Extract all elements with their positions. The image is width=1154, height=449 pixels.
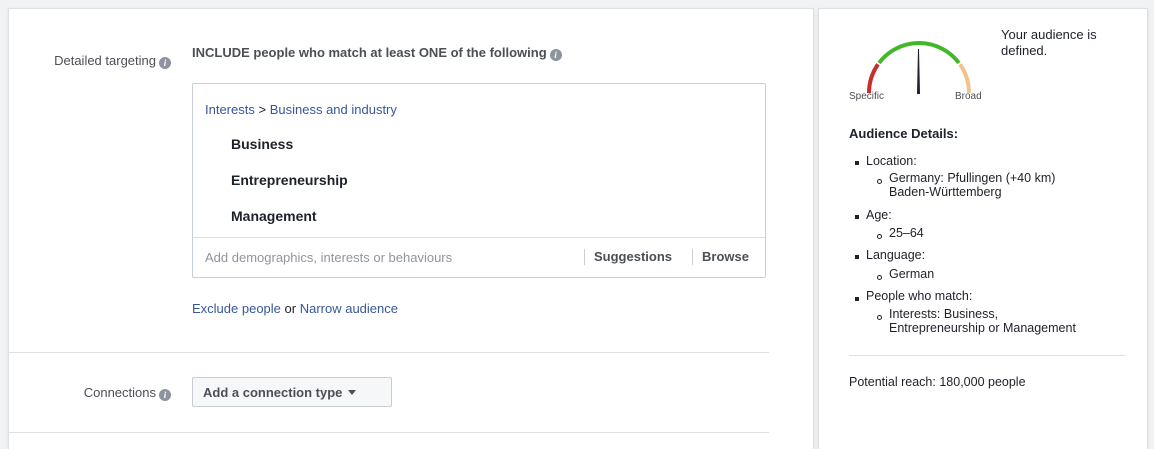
breadcrumb-separator: > xyxy=(258,102,267,117)
audience-status-line2: defined. xyxy=(1001,43,1048,58)
meter-arc-specific xyxy=(866,63,880,94)
breadcrumb: Interests > Business and industry xyxy=(205,102,397,117)
location-value-line2: Baden-Württemberg xyxy=(889,185,1002,199)
people-match-label: People who match: xyxy=(866,289,973,303)
meter-needle xyxy=(917,49,920,94)
targeting-search-input[interactable] xyxy=(205,247,565,267)
section-divider xyxy=(9,352,769,353)
exclude-people-link[interactable]: Exclude people xyxy=(192,301,281,316)
browse-button[interactable]: Browse xyxy=(702,249,749,264)
location-label: Location: xyxy=(866,154,917,168)
list-bullet xyxy=(877,234,882,239)
chevron-down-icon xyxy=(348,389,357,395)
connections-label: Connections i xyxy=(84,385,171,401)
age-label: Age: xyxy=(866,208,892,222)
targeting-box: Interests > Business and industry Busine… xyxy=(192,83,766,278)
list-bullet xyxy=(855,161,859,165)
language-value: German xyxy=(889,267,935,281)
audience-panel: Specific Broad Your audience is defined.… xyxy=(818,8,1148,449)
audience-details-title: Audience Details: xyxy=(849,126,959,141)
info-icon[interactable]: i xyxy=(549,49,562,61)
list-bullet xyxy=(877,315,882,320)
language-label: Language: xyxy=(866,248,926,262)
list-bullet xyxy=(877,275,882,280)
match-value-line2: Entrepreneurship or Management xyxy=(889,321,1076,335)
info-icon[interactable]: i xyxy=(159,389,171,401)
match-value-line1: Interests: Business, xyxy=(889,307,999,321)
list-bullet xyxy=(877,179,882,184)
list-bullet xyxy=(855,215,859,219)
section-divider xyxy=(9,432,769,433)
exclude-narrow-row: Exclude people or Narrow audience xyxy=(192,301,398,316)
breadcrumb-interests-link[interactable]: Interests xyxy=(205,102,255,117)
meter-specific-label: Specific xyxy=(849,91,885,102)
location-value-line1: Germany: Pfullingen (+40 km) xyxy=(889,171,1056,185)
meter-arc-broad xyxy=(958,63,972,94)
divider xyxy=(692,249,693,265)
list-bullet xyxy=(855,255,859,259)
narrow-audience-link[interactable]: Narrow audience xyxy=(300,301,398,316)
breadcrumb-business-link[interactable]: Business and industry xyxy=(270,102,397,117)
meter-broad-label: Broad xyxy=(955,91,982,102)
section-divider xyxy=(849,355,1125,356)
audience-status-line1: Your audience is xyxy=(1001,27,1097,42)
interest-item-business[interactable]: Business xyxy=(231,136,293,152)
connection-type-dropdown[interactable]: Add a connection type xyxy=(192,377,392,407)
age-value: 25–64 xyxy=(889,226,924,240)
targeting-panel: Detailed targeting i INCLUDE people who m… xyxy=(8,8,814,449)
detailed-targeting-label: Detailed targeting i xyxy=(54,53,171,69)
include-heading: INCLUDE people who match at least ONE of… xyxy=(192,45,562,61)
list-bullet xyxy=(855,297,859,301)
divider xyxy=(584,249,585,265)
or-text: or xyxy=(284,301,297,316)
potential-reach: Potential reach: 180,000 people xyxy=(849,375,1026,389)
suggestions-button[interactable]: Suggestions xyxy=(594,249,672,264)
targeting-search-row: Suggestions Browse xyxy=(193,237,765,278)
interest-item-entrepreneurship[interactable]: Entrepreneurship xyxy=(231,172,348,188)
info-icon[interactable]: i xyxy=(159,57,171,69)
interest-item-management[interactable]: Management xyxy=(231,208,317,224)
